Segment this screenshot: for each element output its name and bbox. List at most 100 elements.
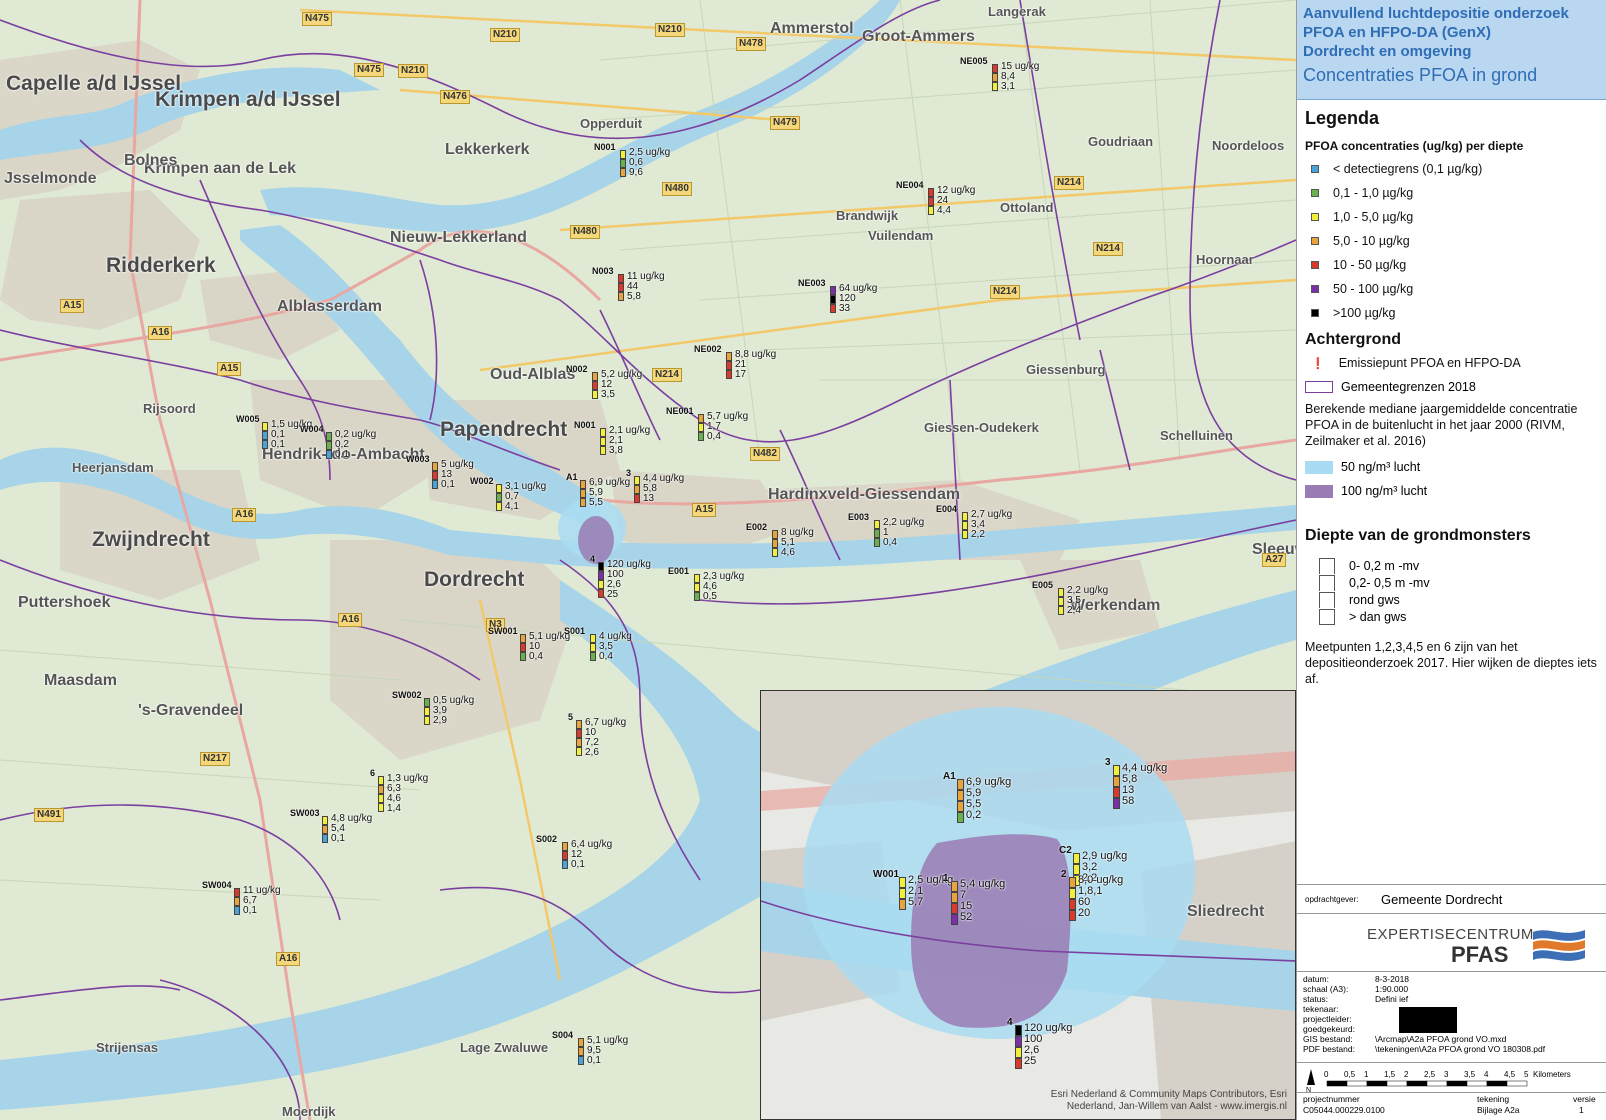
- point-values: 4 ug/kg 3,5 0,4: [599, 632, 632, 662]
- depth-box: [322, 834, 328, 843]
- depth-box: [590, 652, 596, 661]
- depth-box: [1069, 910, 1076, 921]
- point-values: 120 ug/kg 100 2,6 25: [607, 560, 651, 600]
- depth-boxes: [576, 720, 582, 756]
- concentration-class: 5,0 - 10 µg/kg: [1311, 229, 1606, 253]
- point-value: 0,1: [271, 439, 285, 450]
- depth-swatch: [1319, 574, 1335, 591]
- depth-box: [598, 580, 604, 589]
- depth-box: [830, 286, 836, 295]
- point-value: 0,1: [587, 1055, 601, 1066]
- depth-box: [951, 881, 958, 892]
- point-code: N001: [574, 420, 596, 430]
- meta-key: schaal (A3):: [1303, 984, 1349, 994]
- point-code: E004: [936, 504, 958, 514]
- credit-line-2: Nederland, Jan-Willem van Aalst - www.im…: [1066, 1101, 1287, 1112]
- place-label: Giessen-Oudekerk: [924, 420, 1039, 435]
- point-value: 3,5: [601, 389, 615, 400]
- road-shield: N214: [990, 285, 1020, 299]
- depth-box: [326, 441, 332, 450]
- point-values: 2,2 ug/kg 3,5 2,4: [1067, 586, 1108, 616]
- depth-box: [957, 790, 964, 801]
- depth-boxes: [928, 188, 934, 215]
- title-line-3: Dordrecht en omgeving: [1303, 43, 1472, 60]
- place-label: Nieuw-Lekkerland: [390, 229, 527, 246]
- depth-item: > dan gws: [1319, 608, 1606, 625]
- depth-box: [874, 538, 880, 547]
- point-value: 0,5: [703, 591, 717, 602]
- depth-box: [576, 747, 582, 756]
- depth-box: [1015, 1036, 1022, 1047]
- depth-box: [432, 480, 438, 489]
- depth-boxes: [496, 484, 502, 511]
- inset-place-label: Sliedrecht: [1187, 903, 1265, 920]
- point-values: 5,1 ug/kg 10 0,4: [529, 632, 570, 662]
- depth-box: [424, 707, 430, 716]
- depth-box: [562, 860, 568, 869]
- point-value: 4,6: [781, 547, 795, 558]
- depth-box: [1058, 597, 1064, 606]
- map-credit: Esri Nederland & Community Maps Contribu…: [1051, 1089, 1287, 1113]
- point-values: 64 ug/kg 120 33: [839, 284, 877, 314]
- depth-box: [592, 390, 598, 399]
- depth-box: [1015, 1047, 1022, 1058]
- depth-boxes: [562, 842, 568, 869]
- point-code: E002: [746, 522, 768, 532]
- point-value: 0,4: [599, 651, 613, 662]
- point-values: 5,2 ug/kg 12 3,5: [601, 370, 642, 400]
- place-label: Giessenburg: [1026, 362, 1106, 377]
- place-label: Hardinxveld-Giessendam: [768, 486, 961, 503]
- meta-row: GIS bestand: \Arcmap\A2a PFOA grond VO.mx…: [1303, 1034, 1603, 1044]
- place-label: Lekkerkerk: [445, 141, 530, 158]
- point-value: 4,4: [937, 205, 951, 216]
- depth-box: [562, 851, 568, 860]
- depth-boxes: [598, 562, 604, 598]
- road-shield: N478: [736, 37, 766, 51]
- point-code: W002: [470, 476, 494, 486]
- place-label: Bolnes: [124, 152, 178, 169]
- depth-box: [1058, 588, 1064, 597]
- point-value: 0,1: [441, 479, 455, 490]
- depth-box: [1113, 798, 1120, 809]
- inset-map[interactable]: Sliedrecht A1 6,9 ug/kg 5,9 5,5 0,2 3 4,4 ug/k…: [760, 690, 1296, 1120]
- point-values: 120 ug/kg 100 2,6 25: [1024, 1023, 1072, 1067]
- scale-bar-graphic: N 0 0,5 1 1,5 2 2,5 3 3,5 4 4,5 5 Kilometers: [1306, 1069, 1571, 1094]
- model-description: Berekende mediane jaargemiddelde concent…: [1305, 402, 1578, 448]
- depth-box: [951, 914, 958, 925]
- point-values: 8,0 ug/kg 1,8,1 60 20: [1078, 875, 1123, 919]
- point-value: 0,2: [966, 809, 982, 821]
- depth-box: [1058, 606, 1064, 615]
- depth-box: [694, 592, 700, 601]
- depth-boxes: [620, 150, 626, 177]
- place-label: Strijensas: [96, 1040, 159, 1055]
- zone-50-swatch: [1305, 460, 1333, 474]
- depth-box: [562, 842, 568, 851]
- depth-boxes: [726, 352, 732, 379]
- place-label: Vuilendam: [868, 228, 934, 243]
- main-map[interactable]: Capelle a/d IJssel Krimpen a/d IJssel Krim…: [0, 0, 1296, 1120]
- depth-box: [600, 446, 606, 455]
- depth-boxes: [992, 64, 998, 91]
- scale-tick-label: 4,5: [1504, 1070, 1516, 1079]
- scale-tick-label: 4: [1484, 1070, 1489, 1079]
- point-value: 25: [1024, 1055, 1037, 1067]
- place-label: Ottoland: [1000, 200, 1054, 215]
- depth-item: 0,2- 0,5 m -mv: [1319, 574, 1606, 591]
- depth-box: [726, 352, 732, 361]
- concentration-class: 10 - 50 µg/kg: [1311, 253, 1606, 277]
- place-label: Maasdam: [44, 672, 117, 689]
- road-shield: N476: [440, 90, 470, 104]
- road-shield: A15: [60, 299, 85, 313]
- scale-tick-label: 5: [1524, 1070, 1529, 1079]
- depth-item: rond gws: [1319, 591, 1606, 608]
- class-swatch: [1311, 189, 1319, 197]
- concentration-class: < detectiegrens (0,1 µg/kg): [1311, 157, 1606, 181]
- point-value: 5,5: [589, 497, 603, 508]
- place-label: Krimpen a/d IJssel: [155, 88, 341, 111]
- depth-boxes: [578, 1038, 584, 1065]
- depth-boxes: [234, 888, 240, 915]
- meta-row: status: Defini ief: [1303, 994, 1603, 1004]
- road-shield: N491: [34, 808, 64, 822]
- depth-swatch: [1319, 608, 1335, 625]
- point-code: SW001: [488, 626, 518, 636]
